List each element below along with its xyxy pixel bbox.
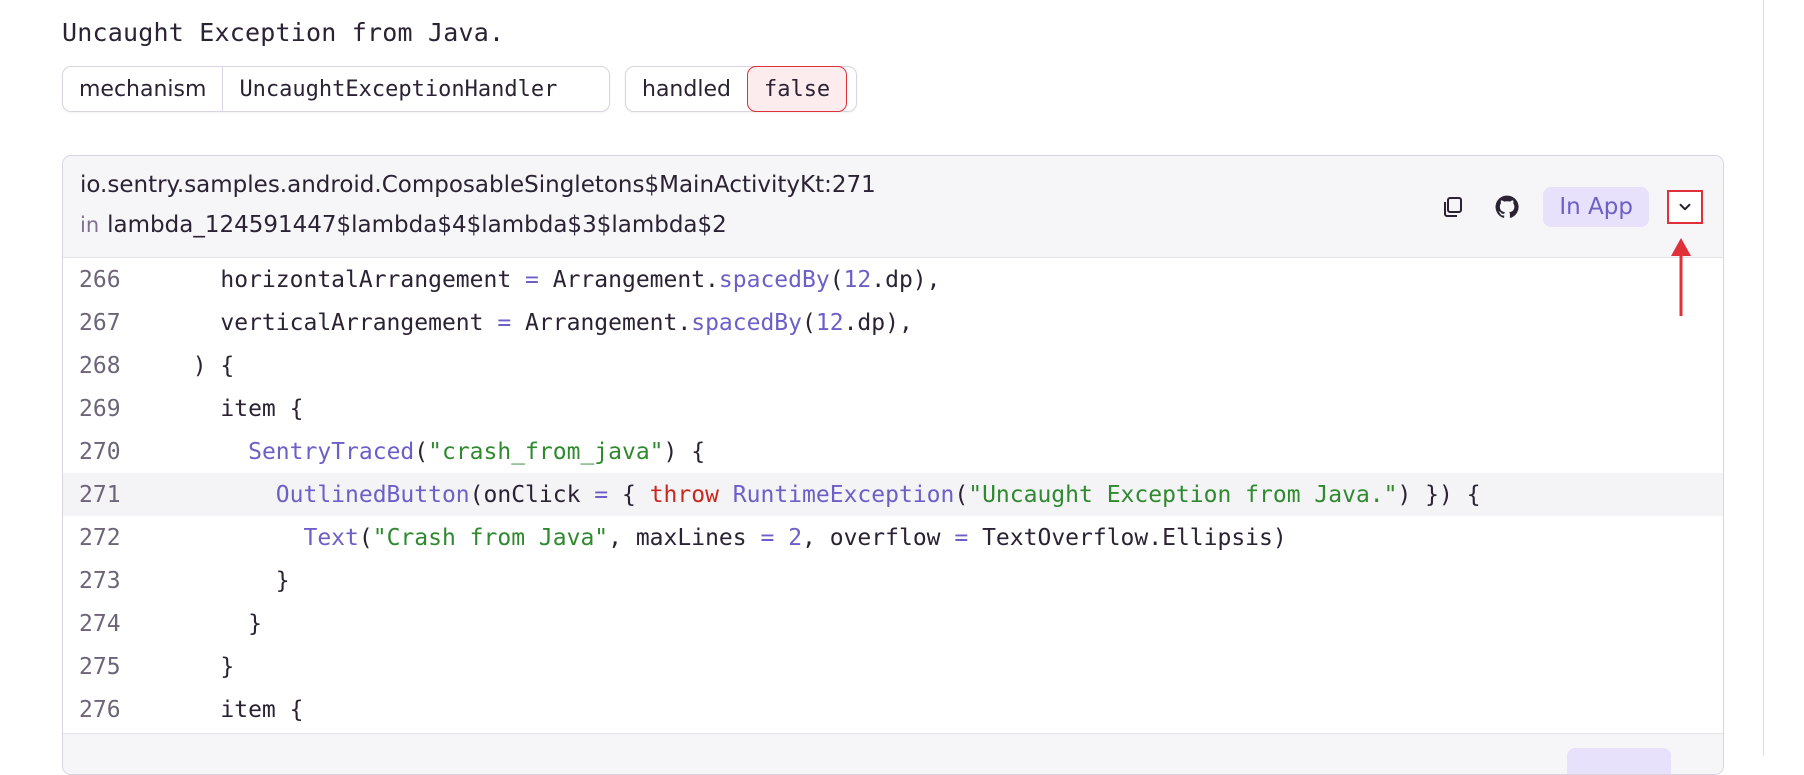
line-source: item { [165,696,304,723]
tag-mechanism[interactable]: mechanism UncaughtExceptionHandler [62,66,610,112]
copy-icon[interactable] [1435,189,1471,225]
line-number: 270 [79,438,121,465]
line-number: 273 [79,567,121,594]
line-source: SentryTraced("crash_from_java") { [248,438,706,465]
line-source: item { [165,395,304,422]
in-label: in [80,213,100,237]
frame-function-line: in lambda_124591447$lambda$4$lambda$3$lam… [80,212,727,238]
tag-key: handled [642,76,731,102]
in-app-badge: In App [1543,187,1649,227]
line-source: horizontalArrangement = Arrangement.spac… [165,266,941,293]
line-number: 276 [79,696,121,723]
code-line: 268 ) { [63,344,1723,387]
line-source: } [165,653,235,680]
frame-location: io.sentry.samples.android.ComposableSing… [80,172,876,198]
right-scroll-rail [1763,0,1804,756]
code-line: 270 SentryTraced("crash_from_java") { [63,430,1723,473]
line-source: ) { [165,352,235,379]
code-line: 272 Text("Crash from Java", maxLines = 2… [63,516,1723,559]
tag-value: UncaughtExceptionHandler [222,67,573,111]
code-line: 269 item { [63,387,1723,430]
stack-frame: io.sentry.samples.android.ComposableSing… [62,155,1724,775]
tag-value: false [746,66,848,112]
frame-actions: In App [1435,186,1703,228]
tag-key: mechanism [79,76,207,102]
next-frame-header[interactable] [63,733,1723,774]
line-number: 272 [79,524,121,551]
code-line: 273 } [63,559,1723,602]
code-line: 274 } [63,602,1723,645]
line-source: verticalArrangement = Arrangement.spaced… [165,309,913,336]
chevron-down-icon[interactable] [1667,190,1703,224]
stack-frame-header[interactable]: io.sentry.samples.android.ComposableSing… [63,156,1723,258]
line-source: } [165,610,262,637]
github-icon[interactable] [1489,189,1525,225]
code-context: 266 horizontalArrangement = Arrangement.… [63,258,1723,731]
code-line: 276 item { [63,688,1723,731]
line-number: 271 [79,481,121,508]
line-number: 266 [79,266,121,293]
line-source: Text("Crash from Java", maxLines = 2, ov… [303,524,1287,551]
line-number: 268 [79,352,121,379]
tag-handled[interactable]: handled false [625,66,857,112]
line-number: 274 [79,610,121,637]
frame-function: lambda_124591447$lambda$4$lambda$3$lambd… [107,212,727,238]
next-frame-badge [1567,748,1671,774]
code-line: 271 OutlinedButton(onClick = { throw Run… [63,473,1723,516]
exception-message: Uncaught Exception from Java. [62,18,505,47]
code-line: 267 verticalArrangement = Arrangement.sp… [63,301,1723,344]
line-number: 269 [79,395,121,422]
line-source: OutlinedButton(onClick = { throw Runtime… [275,481,1481,508]
line-number: 267 [79,309,121,336]
code-line: 266 horizontalArrangement = Arrangement.… [63,258,1723,301]
line-source: } [165,567,290,594]
code-line: 275 } [63,645,1723,688]
annotation-arrow-icon [1671,238,1691,316]
line-number: 275 [79,653,121,680]
